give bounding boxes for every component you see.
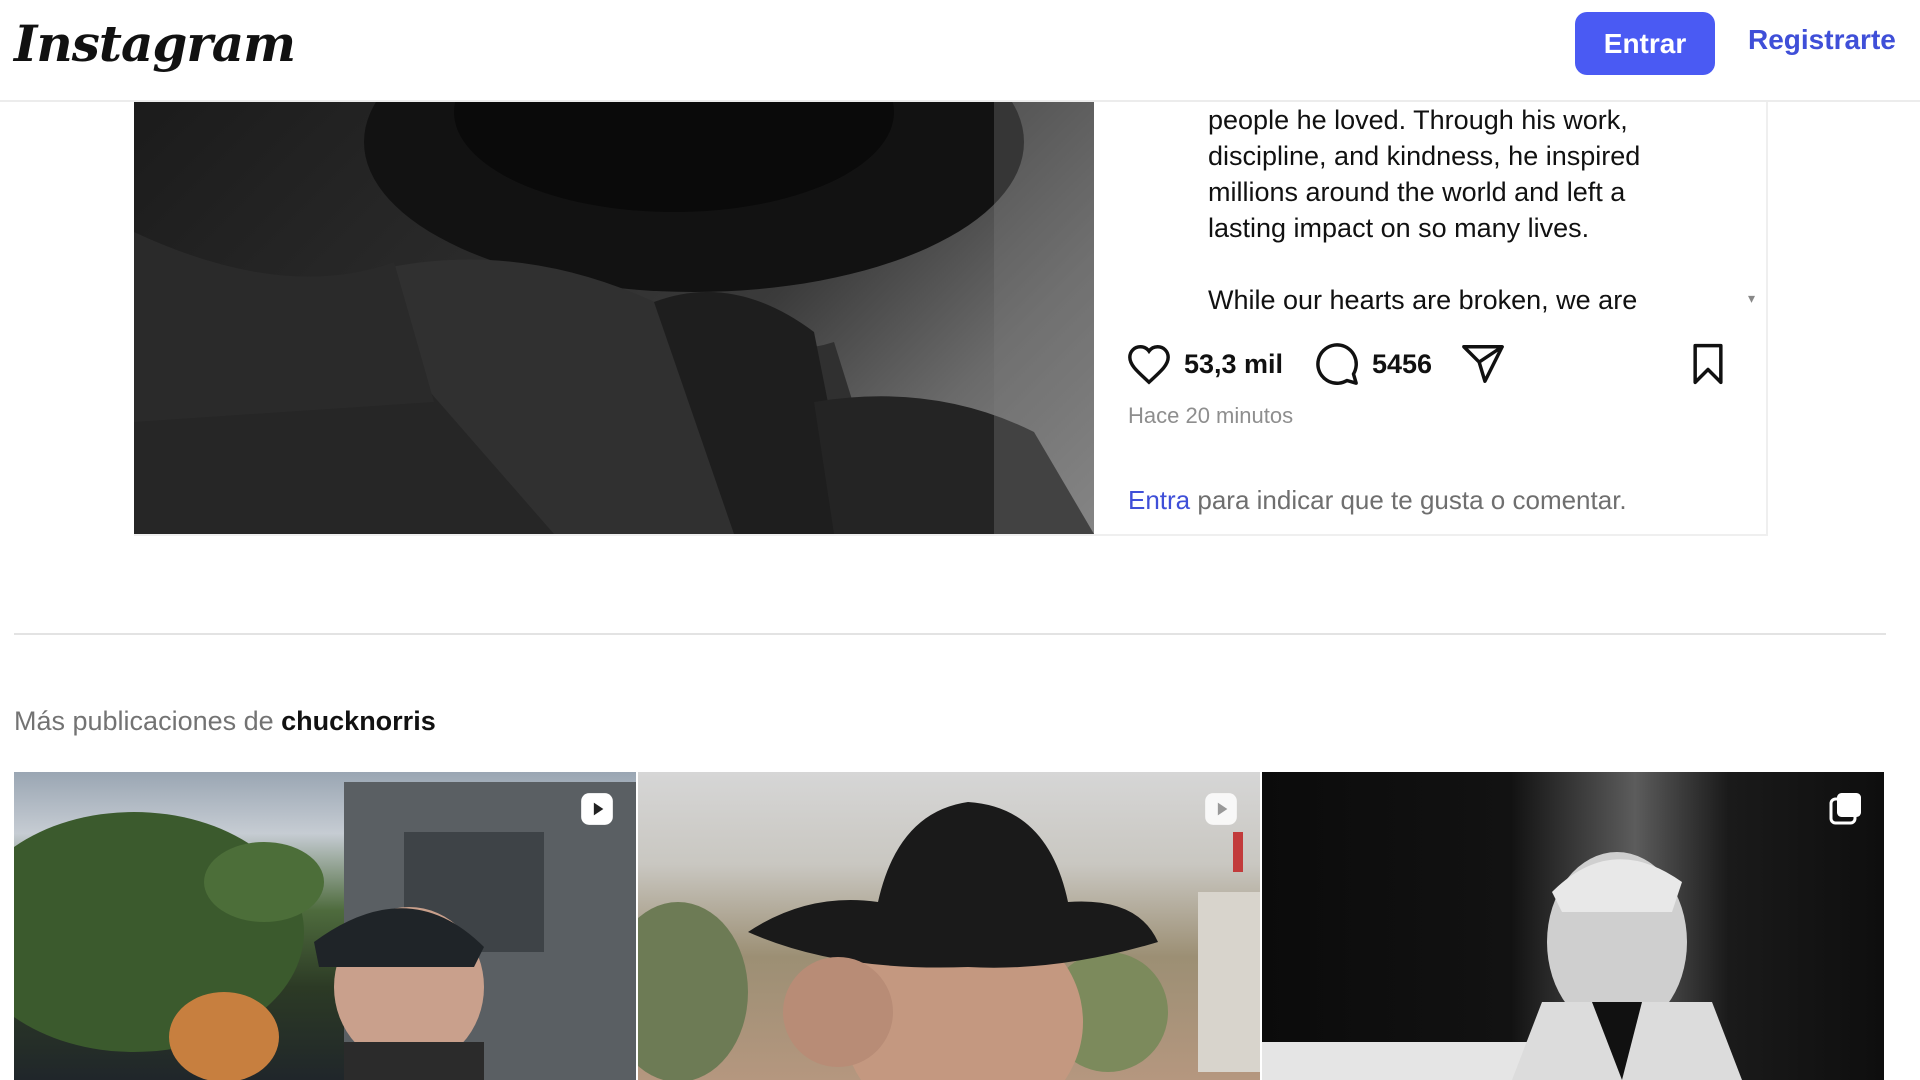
register-link[interactable]: Registrarte: [1748, 24, 1896, 56]
comment-action[interactable]: 5456: [1314, 340, 1432, 388]
thumbnail-art: [1262, 852, 1742, 1080]
like-count: 53,3 mil: [1184, 348, 1284, 379]
login-prompt-link[interactable]: Entra: [1128, 485, 1190, 515]
instagram-logo[interactable]: Instagram: [14, 14, 296, 73]
post-caption: people he loved. Through his work, disci…: [1208, 102, 1676, 314]
like-action[interactable]: 53,3 mil: [1126, 340, 1283, 388]
caption-line: lasting impact on so many lives.: [1208, 213, 1590, 243]
caption-line: discipline, and kindness, he inspired: [1208, 141, 1641, 171]
post-timestamp: Hace 20 minutos: [1128, 403, 1294, 428]
save-action[interactable]: [1686, 340, 1730, 388]
heart-icon[interactable]: [1126, 342, 1172, 386]
caption-scroll-indicator[interactable]: ▾: [1748, 290, 1755, 307]
more-posts-prefix: Más publicaciones de: [14, 706, 282, 736]
post-actions: 53,3 mil 5456: [1126, 340, 1746, 390]
login-button[interactable]: Entrar: [1575, 12, 1715, 75]
grid-post-thumbnail[interactable]: [14, 772, 636, 1080]
grid-post-thumbnail[interactable]: [1262, 772, 1884, 1080]
share-action[interactable]: [1460, 340, 1506, 388]
caption-line: While our hearts are broken, we are: [1208, 285, 1638, 314]
login-prompt-text: para indicar que te gusta o comentar.: [1190, 485, 1627, 515]
more-posts-username[interactable]: chucknorris: [281, 706, 436, 736]
thumbnail-art: [638, 802, 1260, 1080]
caption-line: millions around the world and left a: [1208, 177, 1626, 207]
more-posts-heading: Más publicaciones de chucknorris: [14, 706, 436, 737]
carousel-icon: [1828, 790, 1864, 831]
grid-post-thumbnail[interactable]: [638, 772, 1260, 1080]
post-photo-art: [134, 102, 1094, 534]
section-divider: [14, 633, 1886, 635]
comment-count: 5456: [1372, 348, 1433, 379]
bookmark-icon[interactable]: [1686, 341, 1730, 387]
post-photo[interactable]: [134, 102, 1094, 534]
thumbnail-art: [14, 782, 636, 1080]
share-icon[interactable]: [1460, 341, 1506, 387]
reel-icon: [578, 790, 616, 833]
caption-line: people he loved. Through his work,: [1208, 105, 1628, 135]
comment-icon[interactable]: [1314, 341, 1360, 387]
reel-icon: [1202, 790, 1240, 833]
login-prompt: Entra para indicar que te gusta o coment…: [1128, 485, 1627, 516]
post-card: people he loved. Through his work, disci…: [134, 102, 1768, 536]
top-bar: Instagram Entrar Registrarte: [0, 0, 1920, 102]
